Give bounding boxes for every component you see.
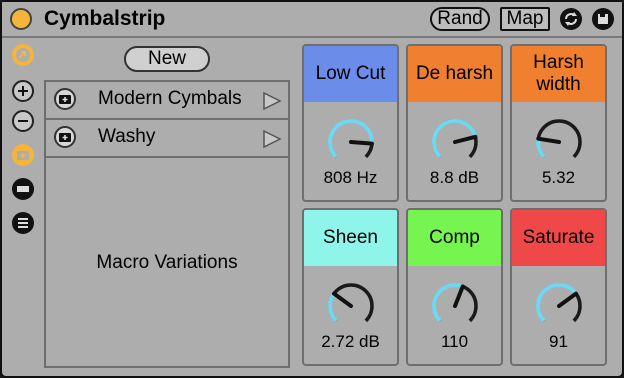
macro-knob[interactable] <box>427 276 483 332</box>
map-button[interactable]: Map <box>500 7 550 31</box>
variation-label: Modern Cymbals <box>98 88 242 109</box>
macro-value: 110 <box>440 332 469 351</box>
knob-track <box>328 283 374 323</box>
macro-knob[interactable] <box>531 276 587 332</box>
title-bar: Cymbalstrip Rand Map <box>2 2 622 38</box>
macro-name: Low Cut <box>304 46 397 102</box>
list-icon[interactable] <box>12 212 34 234</box>
macro-name: Saturate <box>512 210 605 266</box>
macro-name: Sheen <box>304 210 397 266</box>
device-window: Cymbalstrip Rand Map New Modern Cymbals <box>0 0 624 378</box>
snapshot-icon[interactable] <box>12 144 34 166</box>
remove-icon[interactable] <box>12 110 34 132</box>
macro-knob[interactable] <box>427 112 483 168</box>
variation-row[interactable]: Modern Cymbals <box>46 82 288 120</box>
hot-swap-icon[interactable] <box>12 44 34 66</box>
macro-value: 808 Hz <box>323 168 378 187</box>
macro-comp[interactable]: Comp 110 <box>406 208 503 366</box>
knob-value-arc <box>432 283 464 323</box>
macro-low-cut[interactable]: Low Cut 808 Hz <box>302 44 399 202</box>
rand-button[interactable]: Rand <box>430 7 490 31</box>
macro-sheen[interactable]: Sheen 2.72 dB <box>302 208 399 366</box>
camera-icon[interactable] <box>54 88 76 110</box>
macro-value: 5.32 <box>541 168 576 187</box>
variation-icon[interactable] <box>12 178 34 200</box>
macro-value: 8.8 dB <box>429 168 480 187</box>
knob-needle <box>332 291 353 308</box>
add-icon[interactable] <box>12 80 34 102</box>
device-power-button[interactable] <box>10 8 32 30</box>
macro-saturate[interactable]: Saturate 91 <box>510 208 607 366</box>
knob-needle <box>557 291 578 308</box>
macro-name: De harsh <box>408 46 501 102</box>
macro-variations-label: Macro Variations <box>96 252 238 273</box>
knob-needle <box>453 284 465 308</box>
macro-knob[interactable] <box>323 276 379 332</box>
knob-value-arc <box>536 283 578 323</box>
macro-knob[interactable] <box>531 112 587 168</box>
macro-value: 2.72 dB <box>321 332 380 351</box>
refresh-icon[interactable] <box>560 8 582 30</box>
launch-icon[interactable] <box>262 130 282 148</box>
macro-de-harsh[interactable]: De harsh 8.8 dB <box>406 44 503 202</box>
device-title: Cymbalstrip <box>44 7 166 30</box>
macro-harsh-width[interactable]: Harsh width 5.32 <box>510 44 607 202</box>
variation-label: Washy <box>98 126 156 147</box>
macro-knob[interactable] <box>323 112 379 168</box>
variations-panel: Modern Cymbals Washy Macro Variations <box>44 80 290 368</box>
knob-value-arc <box>328 119 374 159</box>
knob-needle <box>453 134 478 144</box>
knob-needle <box>349 140 374 146</box>
knob-value-arc <box>328 292 338 323</box>
knob-needle <box>536 136 561 144</box>
new-variation-button[interactable]: New <box>124 46 210 72</box>
macro-name: Comp <box>408 210 501 266</box>
macro-value: 91 <box>549 332 568 351</box>
variation-row[interactable]: Washy <box>46 120 288 158</box>
launch-icon[interactable] <box>262 92 282 110</box>
save-icon[interactable] <box>592 8 614 30</box>
macro-name: Harsh width <box>512 46 605 102</box>
camera-icon[interactable] <box>54 126 76 148</box>
